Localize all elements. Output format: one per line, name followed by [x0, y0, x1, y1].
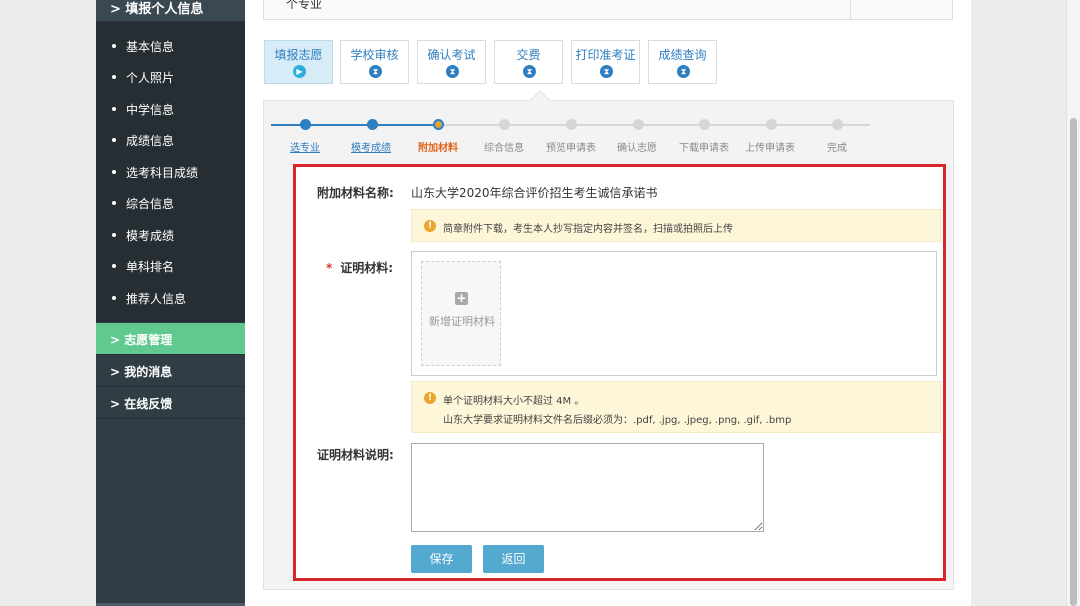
- plus-icon: +: [455, 291, 468, 305]
- tab-label: 填报志愿: [274, 48, 323, 62]
- sidebar-item-subject-ranking[interactable]: 单科排名: [96, 251, 245, 282]
- sidebar-item-mock-exam[interactable]: 模考成绩: [96, 220, 245, 251]
- material-name-label: 附加材料名称:: [317, 186, 394, 200]
- proof-material-label-text: 证明材料:: [340, 261, 394, 275]
- tab-confirm-exam[interactable]: 确认考试 ⧗: [417, 40, 486, 84]
- sidebar-item-label: 单科排名: [126, 260, 175, 274]
- scrollbar-thumb[interactable]: [1070, 118, 1077, 606]
- notice-download: ! 简章附件下载，考生本人抄写指定内容并签名，扫描或拍照后上传: [411, 209, 941, 242]
- bullet-icon: [112, 75, 116, 79]
- sidebar-item-photo[interactable]: 个人照片: [96, 62, 245, 93]
- tab-label: 交费: [516, 48, 541, 62]
- page-gutter-left: [0, 0, 96, 606]
- notice-text: 简章附件下载，考生本人抄写指定内容并签名，扫描或拍照后上传: [443, 224, 733, 235]
- sidebar-item-label: 中学信息: [126, 103, 175, 117]
- stepper-line-done: [271, 124, 440, 126]
- step-dot: [367, 119, 378, 130]
- bullet-icon: [112, 233, 116, 237]
- sidebar-item-my-messages[interactable]: > 我的消息: [96, 355, 245, 387]
- save-button[interactable]: 保存: [411, 545, 472, 573]
- tab-fill-volunteer[interactable]: 填报志愿 ▶: [264, 40, 333, 84]
- sidebar-item-label: 综合信息: [126, 197, 175, 211]
- back-button[interactable]: 返回: [483, 545, 544, 573]
- sidebar-item-elective-grades[interactable]: 选考科目成绩: [96, 157, 245, 188]
- hourglass-icon: ⧗: [369, 65, 382, 78]
- tab-label: 成绩查询: [658, 48, 707, 62]
- step-dot: [699, 119, 710, 130]
- tab-school-review[interactable]: 学校审核 ⧗: [340, 40, 409, 84]
- bullet-icon: [112, 107, 116, 111]
- tab-payment[interactable]: 交费 ⧗: [494, 40, 563, 84]
- bullet-icon: [112, 138, 116, 142]
- warning-icon: !: [424, 392, 436, 404]
- divider: [850, 0, 851, 19]
- notice-text-extensions: 山东大学要求证明材料文件名后缀必须为：.pdf, .jpg, .jpeg, .p…: [443, 415, 792, 426]
- sidebar-item-school-info[interactable]: 中学信息: [96, 94, 245, 125]
- notice-file-rules: ! 单个证明材料大小不超过 4M 。 山东大学要求证明材料文件名后缀必须为：.p…: [411, 381, 941, 433]
- sidebar-item-label: > 志愿管理: [110, 333, 173, 347]
- sidebar-item-label: > 在线反馈: [110, 397, 173, 411]
- sidebar-item-basic-info[interactable]: 基本信息: [96, 31, 245, 62]
- bullet-icon: [112, 170, 116, 174]
- page-gutter-right: [971, 0, 1080, 606]
- sidebar-item-referrer[interactable]: 推荐人信息: [96, 283, 245, 314]
- step-dot: [832, 119, 843, 130]
- add-proof-material-button[interactable]: + 新增证明材料: [421, 261, 501, 366]
- sidebar: > 填报个人信息 基本信息 个人照片 中学信息 成绩信息 选考科目成绩 综合信息…: [96, 0, 245, 606]
- tab-score-query[interactable]: 成绩查询 ⧗: [648, 40, 717, 84]
- hourglass-icon: ⧗: [677, 65, 690, 78]
- sidebar-submenu: 基本信息 个人照片 中学信息 成绩信息 选考科目成绩 综合信息 模考成绩 单科排…: [96, 22, 245, 322]
- sidebar-item-label: 推荐人信息: [126, 292, 187, 306]
- description-label: 证明材料说明:: [317, 448, 394, 462]
- step-dot-current: [433, 119, 444, 130]
- tab-print-admission[interactable]: 打印准考证 ⧗: [571, 40, 640, 84]
- sidebar-item-grades[interactable]: 成绩信息: [96, 125, 245, 156]
- bullet-icon: [112, 296, 116, 300]
- sidebar-item-label: > 我的消息: [110, 365, 173, 379]
- sidebar-item-label: 选考科目成绩: [126, 166, 199, 180]
- required-mark: *: [326, 261, 333, 275]
- sidebar-item-online-feedback[interactable]: > 在线反馈: [96, 387, 245, 419]
- sidebar-item-label: 成绩信息: [126, 134, 175, 148]
- sidebar-group-label: > 填报个人信息: [110, 2, 204, 17]
- sidebar-group-personal-info[interactable]: > 填报个人信息: [96, 0, 245, 22]
- step-complete: 完成: [827, 143, 847, 154]
- hourglass-icon: ⧗: [523, 65, 536, 78]
- add-proof-material-label: 新增证明材料: [429, 315, 495, 328]
- play-icon: ▶: [293, 65, 306, 78]
- previous-section-text: 个专业: [286, 0, 323, 11]
- tab-label: 打印准考证: [575, 48, 636, 62]
- material-name-value: 山东大学2020年综合评价招生考生诚信承诺书: [411, 186, 658, 200]
- step-dot: [499, 119, 510, 130]
- step-dot: [566, 119, 577, 130]
- warning-icon: !: [424, 220, 436, 232]
- previous-section-box: 个专业: [263, 0, 953, 20]
- bullet-icon: [112, 44, 116, 48]
- sidebar-item-label: 个人照片: [126, 71, 175, 85]
- hourglass-icon: ⧗: [446, 65, 459, 78]
- bullet-icon: [112, 264, 116, 268]
- sidebar-item-comprehensive-info[interactable]: 综合信息: [96, 188, 245, 219]
- sidebar-item-volunteer-management[interactable]: > 志愿管理: [96, 323, 245, 355]
- notice-text-size: 单个证明材料大小不超过 4M 。: [443, 396, 585, 407]
- step-dot: [633, 119, 644, 130]
- step-dot: [300, 119, 311, 130]
- description-textarea[interactable]: [411, 443, 764, 532]
- sidebar-item-label: 基本信息: [126, 40, 175, 54]
- bullet-icon: [112, 201, 116, 205]
- hourglass-icon: ⧗: [600, 65, 613, 78]
- tab-label: 确认考试: [427, 48, 476, 62]
- proof-material-label: * 证明材料:: [326, 259, 393, 276]
- sidebar-item-label: 模考成绩: [126, 229, 175, 243]
- step-dot: [766, 119, 777, 130]
- tab-label: 学校审核: [350, 48, 399, 62]
